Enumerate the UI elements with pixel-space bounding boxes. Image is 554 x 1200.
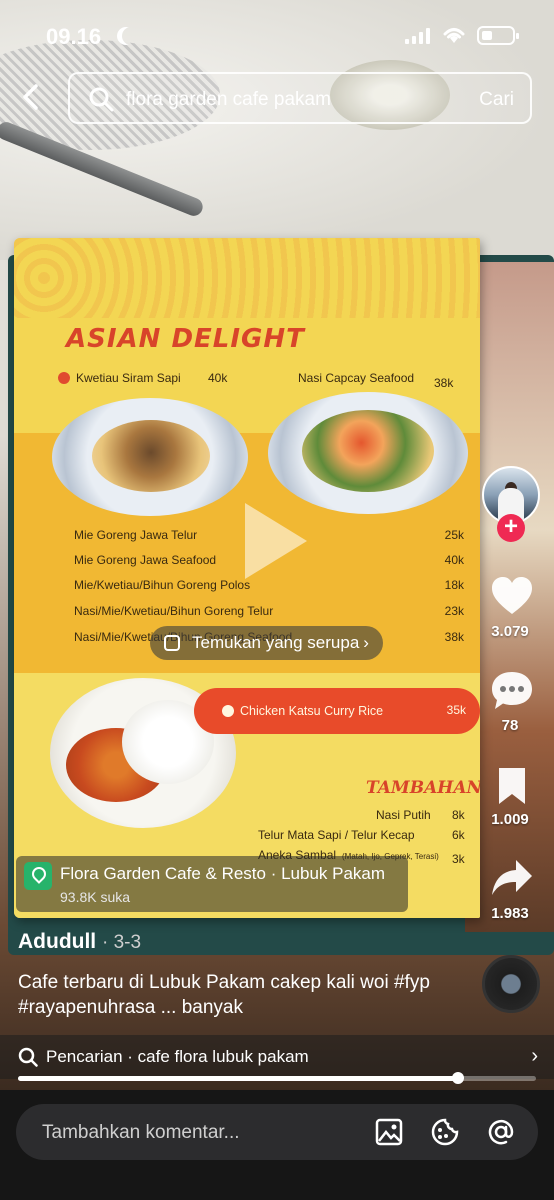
scan-icon	[164, 635, 180, 651]
battery-icon	[477, 26, 519, 45]
menu-item-price: 23k	[444, 604, 464, 618]
comment-count: 78	[501, 717, 519, 734]
author-row: Adudull · 3-3	[18, 930, 141, 954]
chevron-right-icon: ›	[531, 1045, 538, 1067]
featured-dish-1-price: 40k	[208, 371, 228, 385]
search-submit-button[interactable]: Cari	[479, 89, 514, 111]
location-tag[interactable]: Flora Garden Cafe & Resto · Lubuk Pakam …	[16, 856, 408, 912]
extra-item-price: 6k	[452, 828, 465, 842]
do-not-disturb-icon	[122, 27, 140, 45]
comment-input[interactable]: Tambahkan komentar...	[16, 1104, 538, 1160]
status-bar: 09.16	[0, 0, 554, 70]
like-heart-icon[interactable]	[490, 576, 534, 616]
special-dish-pill: Chicken Katsu Curry Rice 35k	[194, 688, 480, 734]
comment-area: Tambahkan komentar...	[0, 1090, 554, 1200]
menu-item-name: Mie/Kwetiau/Bihun Goreng Polos	[74, 578, 251, 592]
play-icon[interactable]	[245, 503, 307, 579]
plate-capcay	[268, 392, 468, 514]
search-query: flora garden cafe pakam	[126, 89, 331, 110]
menu-item-name: Nasi/Mie/Kwetiau/Bihun Goreng Telur	[74, 604, 274, 618]
flower-icon	[58, 372, 70, 384]
bookmark-count: 1.009	[491, 811, 529, 828]
featured-dish-2-price: 38k	[434, 376, 454, 390]
flower-icon	[222, 705, 234, 717]
location-name: Flora Garden Cafe & Resto · Lubuk Pakam	[60, 864, 386, 883]
bookmark-icon[interactable]	[496, 766, 528, 806]
search-icon	[18, 1047, 38, 1067]
chevron-right-icon: ›	[363, 633, 369, 652]
location-likes: 93.8K suka	[60, 889, 131, 905]
search-input[interactable]: flora garden cafe pakam Cari	[68, 72, 532, 124]
progress-fill	[18, 1076, 459, 1081]
follow-plus-button[interactable]: +	[497, 514, 525, 542]
food-capcay	[302, 410, 434, 492]
search-suggestion-bar[interactable]: Pencarian · cafe flora lubuk pakam ›	[0, 1035, 554, 1079]
menu-item-price: 38k	[444, 630, 464, 644]
menu-item: Nasi/Mie/Kwetiau/Bihun Goreng Telur 23k	[74, 604, 464, 618]
menu-item-name: Mie Goreng Jawa Telur	[74, 528, 198, 542]
post-date: · 3-3	[102, 932, 142, 953]
extra-item-name: Nasi Putih	[376, 808, 431, 822]
search-icon	[89, 87, 114, 112]
featured-dish-2-name: Nasi Capcay Seafood	[298, 371, 415, 385]
extra-item-name: Telur Mata Sapi / Telur Kecap	[258, 828, 415, 842]
sticker-icon[interactable]	[430, 1117, 460, 1147]
post-caption[interactable]: Cafe terbaru di Lubuk Pakam cakep kali w…	[18, 970, 438, 1020]
menu-heading: ASIAN DELIGHT	[66, 324, 305, 354]
food-kwetiau	[92, 420, 210, 492]
cellular-signal-icon	[405, 28, 431, 44]
page-decoration	[14, 238, 480, 318]
music-disc[interactable]	[482, 955, 540, 1013]
extras-heading: TAMBAHAN	[366, 778, 480, 798]
search-suggestion-text: Pencarian · cafe flora lubuk pakam	[46, 1047, 309, 1066]
menu-item-name: Mie Goreng Jawa Seafood	[74, 553, 217, 567]
video-progress-bar[interactable]	[18, 1072, 536, 1084]
search-header: flora garden cafe pakam Cari	[0, 70, 554, 128]
featured-dish-1-name: Kwetiau Siram Sapi	[76, 371, 181, 385]
mention-icon[interactable]	[486, 1117, 516, 1147]
menu-item-price: 25k	[444, 528, 464, 542]
location-pin-icon	[24, 862, 52, 890]
image-icon[interactable]	[374, 1117, 404, 1147]
share-arrow-icon[interactable]	[490, 858, 534, 898]
share-count: 1.983	[491, 905, 529, 922]
plate-kwetiau	[52, 398, 248, 516]
wifi-icon	[443, 28, 465, 43]
extra-item-price: 8k	[452, 808, 465, 822]
extra-item-price: 3k	[452, 852, 465, 866]
clock: 09.16	[46, 24, 102, 49]
featured-dish-1: Kwetiau Siram Sapi	[58, 371, 181, 385]
special-dish-name: Chicken Katsu Curry Rice	[240, 704, 384, 718]
author-name[interactable]: Adudull	[18, 930, 96, 953]
comment-bubble-icon[interactable]	[490, 670, 534, 712]
find-similar-label: Temukan yang serupa	[192, 633, 360, 652]
menu-item-price: 18k	[444, 578, 464, 592]
special-dish-price: 35k	[446, 703, 466, 717]
comment-placeholder: Tambahkan komentar...	[42, 1122, 240, 1143]
find-similar-button[interactable]: Temukan yang serupa ›	[150, 626, 383, 660]
back-arrow-icon[interactable]	[16, 82, 46, 112]
like-count: 3.079	[491, 623, 529, 640]
menu-item-price: 40k	[444, 553, 464, 567]
menu-item: Mie/Kwetiau/Bihun Goreng Polos 18k	[74, 578, 464, 592]
